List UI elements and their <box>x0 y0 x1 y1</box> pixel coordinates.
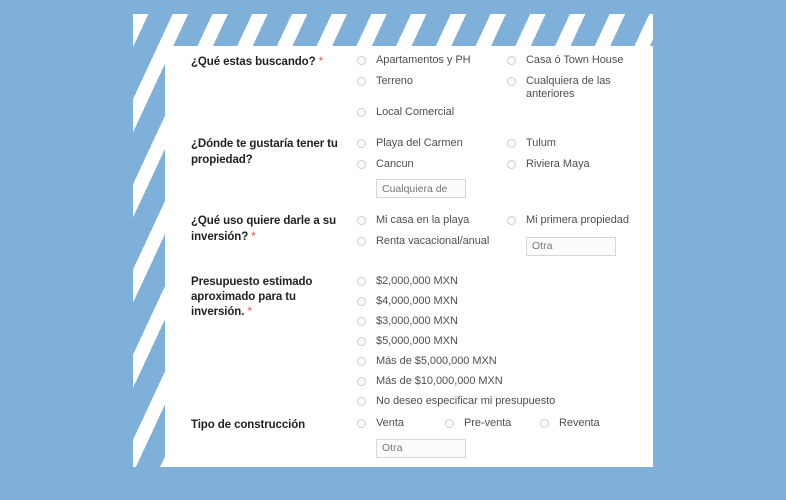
radio-icon[interactable] <box>357 397 366 406</box>
otra-uso-input[interactable] <box>526 236 616 256</box>
question-label: Tipo de construcción <box>191 417 351 433</box>
radio-option-label: $5,000,000 MXN <box>376 335 458 347</box>
required-asterisk: * <box>251 228 256 243</box>
radio-icon[interactable] <box>357 216 366 225</box>
options-column-c: Reventa <box>540 417 640 438</box>
radio-option[interactable]: Terreno <box>357 75 507 89</box>
radio-icon[interactable] <box>357 337 366 346</box>
question-label: Presupuesto estimado aproximado para tu … <box>191 275 351 320</box>
radio-option-label: Tulum <box>526 137 556 149</box>
radio-option-label: $4,000,000 MXN <box>376 295 458 307</box>
radio-option[interactable]: Renta vacacional/anual <box>357 235 507 249</box>
radio-option-label: Más de $5,000,000 MXN <box>376 355 497 367</box>
radio-option[interactable]: $3,000,000 MXN <box>357 315 637 329</box>
question-label-text: ¿Dónde te gustaría tener tu propiedad? <box>191 138 338 166</box>
options-column-b: Pre-venta <box>445 417 540 438</box>
required-asterisk <box>305 417 308 431</box>
radio-icon[interactable] <box>445 419 454 428</box>
radio-option[interactable]: Local Comercial <box>357 106 507 120</box>
required-asterisk <box>253 152 256 166</box>
radio-icon[interactable] <box>507 216 516 225</box>
radio-option-label: Casa ó Town House <box>526 54 624 66</box>
radio-icon[interactable] <box>507 76 516 86</box>
radio-option-label: Mi primera propiedad <box>526 214 629 226</box>
radio-option-label: Cancun <box>376 157 414 170</box>
radio-option[interactable]: Mi primera propiedad <box>507 214 647 228</box>
radio-icon[interactable] <box>357 377 366 386</box>
radio-option-label: Pre-venta <box>464 417 512 429</box>
radio-icon[interactable] <box>357 236 366 246</box>
radio-icon[interactable] <box>357 76 366 86</box>
radio-icon[interactable] <box>357 56 366 65</box>
radio-option[interactable]: Venta <box>357 417 445 431</box>
question-label-text: ¿Qué uso quiere darle a su inversión? <box>191 215 337 243</box>
radio-option-label: No deseo especificar mi presupuesto <box>376 395 556 407</box>
radio-option[interactable]: Cancun <box>357 158 507 172</box>
question-label: ¿Qué estas buscando? * <box>191 54 351 70</box>
radio-option-label: Reventa <box>559 417 600 429</box>
radio-option[interactable]: Mi casa en la playa <box>357 214 507 228</box>
radio-option-label: Playa del Carmen <box>376 137 463 149</box>
radio-icon[interactable] <box>507 139 516 148</box>
radio-option[interactable]: $2,000,000 MXN <box>357 275 637 289</box>
radio-option-label: Más de $10,000,000 MXN <box>376 375 503 387</box>
radio-icon[interactable] <box>540 419 549 428</box>
radio-option[interactable]: Playa del Carmen <box>357 137 507 151</box>
question-label-text: ¿Qué estas buscando? <box>191 56 316 68</box>
radio-icon[interactable] <box>507 159 516 169</box>
radio-option-label: $2,000,000 MXN <box>376 275 458 287</box>
required-asterisk: * <box>247 304 252 318</box>
form-card: ¿Qué estas buscando? * Apartamentos y PH … <box>133 14 653 467</box>
options-column-b: Casa ó Town House Cualquiera de las ante… <box>507 54 647 109</box>
radio-option-label: Terreno <box>376 74 413 87</box>
radio-icon[interactable] <box>357 108 366 117</box>
radio-icon[interactable] <box>357 139 366 148</box>
question-label: ¿Dónde te gustaría tener tu propiedad? <box>191 137 351 167</box>
radio-option-label: $3,000,000 MXN <box>376 315 458 327</box>
options-column-b: Mi primera propiedad <box>507 214 647 256</box>
radio-option[interactable]: Tulum <box>507 137 647 151</box>
radio-option[interactable]: $5,000,000 MXN <box>357 335 637 349</box>
radio-option[interactable]: $4,000,000 MXN <box>357 295 637 309</box>
options-column-a: Playa del Carmen Cancun <box>357 137 507 198</box>
radio-option[interactable]: Reventa <box>540 417 640 431</box>
options-column-a: Venta <box>357 417 466 458</box>
radio-option[interactable]: No deseo especificar mi presupuesto <box>357 395 637 409</box>
options-column-a: Apartamentos y PH Terreno Local Comercia… <box>357 54 507 127</box>
radio-option[interactable]: Apartamentos y PH <box>357 54 507 68</box>
radio-option-label: Riviera Maya <box>526 157 590 170</box>
property-inquiry-form: ¿Qué estas buscando? * Apartamentos y PH … <box>133 14 653 467</box>
options-column-a: Mi casa en la playa Renta vacacional/anu… <box>357 214 507 255</box>
radio-option[interactable]: Cualquiera de las anteriores <box>507 75 647 102</box>
radio-option-label: Cualquiera de las anteriores <box>526 74 611 101</box>
radio-option-label: Mi casa en la playa <box>376 214 470 226</box>
options-column-b: Tulum Riviera Maya <box>507 137 647 178</box>
page-background: ¿Qué estas buscando? * Apartamentos y PH … <box>0 0 786 500</box>
radio-option[interactable]: Casa ó Town House <box>507 54 647 68</box>
radio-icon[interactable] <box>357 277 366 286</box>
required-asterisk: * <box>318 54 324 68</box>
radio-icon[interactable] <box>507 56 516 65</box>
question-label: ¿Qué uso quiere darle a su inversión? * <box>191 214 351 244</box>
radio-icon[interactable] <box>357 357 366 366</box>
radio-option[interactable]: Pre-venta <box>445 417 540 431</box>
radio-icon[interactable] <box>357 297 366 306</box>
radio-icon[interactable] <box>357 159 366 169</box>
radio-icon[interactable] <box>357 317 366 326</box>
radio-option[interactable]: Más de $10,000,000 MXN <box>357 375 637 389</box>
radio-option[interactable]: Riviera Maya <box>507 158 647 172</box>
radio-icon[interactable] <box>357 419 366 428</box>
otra-construccion-input[interactable] <box>376 438 466 458</box>
otra-ubicacion-input[interactable] <box>376 179 466 198</box>
radio-option-label: Local Comercial <box>376 106 455 118</box>
radio-option-label: Renta vacacional/anual <box>376 234 490 247</box>
options-column-a: $2,000,000 MXN $4,000,000 MXN $3,000,000… <box>357 275 637 415</box>
radio-option-label: Venta <box>376 417 404 429</box>
radio-option[interactable]: Más de $5,000,000 MXN <box>357 355 637 369</box>
radio-option-label: Apartamentos y PH <box>376 54 471 66</box>
question-label-text: Tipo de construcción <box>191 419 306 431</box>
